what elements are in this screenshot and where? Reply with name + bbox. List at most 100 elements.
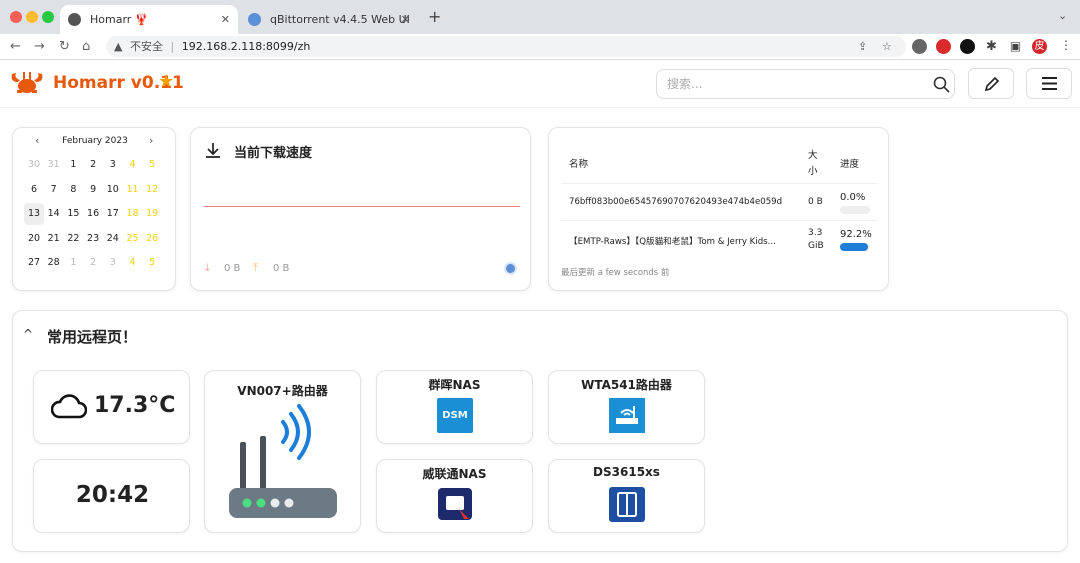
address-bar[interactable]: ▲ 不安全 | 192.168.2.118:8099/zh ⇪ ☆ [106,36,906,57]
calendar-day[interactable]: 6 [24,179,44,201]
column-progress: 进度 [840,159,860,170]
tab-homarr[interactable]: Homarr 🦞 ✕ [60,5,238,34]
calendar-day[interactable]: 27 [24,252,44,274]
app-title: WTA541路由器 [581,378,672,392]
calendar-day[interactable]: 17 [103,203,123,225]
close-tab-icon[interactable]: ✕ [221,5,230,34]
calendar-day[interactable]: 2 [83,252,103,274]
torrent-name: 【EMTP-Raws】【Q版貓和老鼠】Tom & Jerry Kids... [569,237,776,247]
app-tile-router[interactable]: VN007+路由器 [204,370,361,533]
minimize-window-button[interactable] [26,11,38,23]
search-icon [933,76,950,93]
home-icon[interactable]: ⌂ [82,38,90,56]
calendar-day[interactable]: 12 [142,179,162,201]
download-speed-widget: 当前下载速度 ⤓ 0 B ⤒ 0 B [190,127,531,291]
menu-button[interactable] [1026,68,1072,99]
calendar-day[interactable]: 16 [83,203,103,225]
calendar-widget: ‹ February 2023 › 30 31 1 2 3 4 5 6 7 8 9 10 11 12 13 1… [12,127,176,291]
app-tile-wta-router[interactable]: WTA541路由器 [548,370,705,444]
calendar-day[interactable]: 7 [44,179,64,201]
pencil-icon [984,76,1000,92]
download-value: 0 B [224,263,241,274]
browser-tab-bar: Homarr 🦞 ✕ qBittorrent v4.4.5 Web UI ✕ +… [0,0,1080,34]
calendar-day[interactable]: 2 [83,154,103,176]
calendar-day[interactable]: 30 [24,154,44,176]
wifi-router-icon [609,398,645,433]
bookmark-star-icon[interactable]: ☆ [882,36,892,57]
close-tab-icon[interactable]: ✕ [401,5,410,34]
speed-graph-line [204,206,520,207]
tab-qbittorrent[interactable]: qBittorrent v4.4.5 Web UI ✕ [240,5,418,34]
share-icon[interactable]: ⇪ [858,36,867,57]
calendar-day[interactable]: 21 [44,228,64,250]
calendar-day[interactable]: 11 [123,179,143,201]
calendar-day[interactable]: 28 [44,252,64,274]
collapse-chevron-icon[interactable]: ^ [23,327,33,341]
edit-mode-button[interactable] [968,68,1014,99]
app-tile-qnap[interactable]: 威联通NAS [376,459,533,533]
qbittorrent-icon [504,262,517,275]
sidebar-icon[interactable]: ▣ [1008,39,1023,54]
nas-box-icon [609,487,645,522]
menu-dots-icon[interactable]: ⋮ [1060,38,1072,52]
table-row[interactable]: 76bff083b00e65457690707620493e474b4e059d… [549,185,890,220]
calendar-day[interactable]: 14 [44,203,64,225]
calendar-day[interactable]: 8 [63,179,83,201]
download-icon [206,143,220,158]
next-month-button[interactable]: › [149,134,153,147]
calendar-day[interactable]: 24 [103,228,123,250]
calendar-day[interactable]: 15 [63,203,83,225]
calendar-day[interactable]: 10 [103,179,123,201]
app-title: VN007+路由器 [237,384,328,398]
clock-time: 20:42 [75,482,150,508]
calendar-day[interactable]: 23 [83,228,103,250]
table-row[interactable]: 【EMTP-Raws】【Q版貓和老鼠】Tom & Jerry Kids... 3… [549,222,890,258]
qbittorrent-icon [248,13,261,26]
app-tile-synology[interactable]: 群晖NAS DSM [376,370,533,444]
torrent-size: 3.3 GiB [808,228,824,251]
progress-bar [840,243,870,251]
extension-icon[interactable] [912,39,927,54]
torrent-size: 0 B [808,197,823,207]
search-input[interactable]: 搜索... [656,69,955,99]
progress-bar [840,206,870,214]
calendar-day[interactable]: 1 [63,154,83,176]
warning-icon: ▲ [114,40,123,53]
calendar-day[interactable]: 5 [142,154,162,176]
tab-title: qBittorrent v4.4.5 Web UI [270,13,410,26]
calendar-day[interactable]: 19 [142,203,162,225]
lobster-logo-icon [11,72,43,93]
star-icon: ★ [158,71,175,92]
maximize-window-button[interactable] [42,11,54,23]
extension-shield-icon[interactable] [936,39,951,54]
calendar-day[interactable]: 9 [83,179,103,201]
profile-avatar[interactable]: 皮 [1032,39,1047,54]
app-tile-ds3615xs[interactable]: DS3615xs [548,459,705,533]
reload-icon[interactable]: ↻ [59,38,70,56]
temperature: 17.3°C [94,393,176,418]
forward-arrow-icon[interactable]: → [34,38,45,56]
download-arrow-icon: ⤓ [205,261,210,274]
app-title: 威联通NAS [422,467,487,481]
calendar-day[interactable]: 3 [103,252,123,274]
calendar-day[interactable]: 4 [123,252,143,274]
calendar-day[interactable]: 4 [123,154,143,176]
tab-list-chevron-icon[interactable]: ⌄ [1058,9,1067,22]
new-tab-button[interactable]: + [428,7,441,26]
last-updated-text: 最后更新 a few seconds 前 [561,268,670,278]
calendar-day[interactable]: 1 [63,252,83,274]
puzzle-icon[interactable]: ✱ [984,39,999,54]
calendar-day[interactable]: 26 [142,228,162,250]
calendar-day[interactable]: 18 [123,203,143,225]
back-arrow-icon[interactable]: ← [10,38,21,56]
close-window-button[interactable] [10,11,22,23]
calendar-day[interactable]: 25 [123,228,143,250]
calendar-day[interactable]: 13 [24,203,44,226]
calendar-day[interactable]: 31 [44,154,64,176]
calendar-day[interactable]: 5 [142,252,162,274]
calendar-day[interactable]: 3 [103,154,123,176]
calendar-day[interactable]: 22 [63,228,83,250]
calendar-day[interactable]: 20 [24,228,44,250]
qnap-icon [438,488,472,520]
extension-circle-icon[interactable] [960,39,975,54]
